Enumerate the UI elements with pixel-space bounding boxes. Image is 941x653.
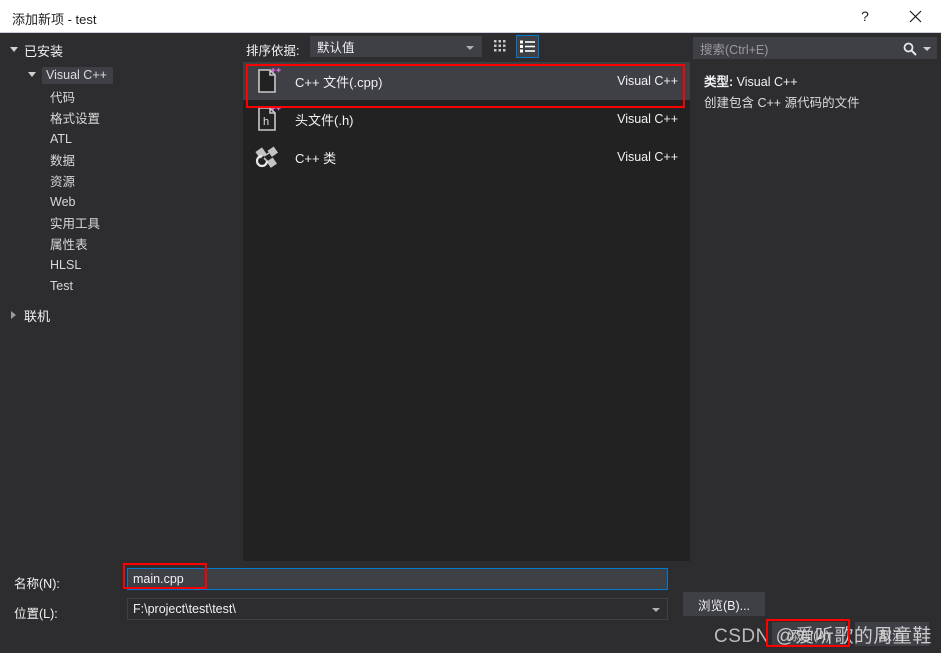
tree-node-online[interactable]: 联机	[0, 305, 238, 326]
sidebar-item-formatting[interactable]: 格式设置	[0, 107, 238, 128]
tree-node-visual-cpp-label: Visual C++	[42, 67, 113, 84]
cpp-file-icon	[253, 66, 283, 96]
help-button[interactable]: ?	[843, 0, 887, 32]
grid-icon	[493, 39, 505, 51]
title-bar: 添加新项 - test ?	[0, 0, 941, 33]
list-item[interactable]: C++ 类 Visual C++	[243, 138, 690, 176]
sidebar-item-resource[interactable]: 资源	[0, 170, 238, 191]
add-new-item-dialog: 添加新项 - test ? 已安装 Visual C++ 代码 格式设置 ATL…	[0, 0, 941, 653]
sidebar-item-atl[interactable]: ATL	[0, 128, 238, 149]
sort-by-label: 排序依据:	[246, 44, 300, 58]
list-item[interactable]: h 头文件(.h) Visual C++	[243, 100, 690, 138]
cancel-button[interactable]: 取消	[855, 622, 929, 646]
sidebar-item-label: 属性表	[50, 238, 88, 252]
sort-toolbar: 排序依据: 默认值	[238, 33, 690, 62]
name-input-value: main.cpp	[133, 572, 184, 586]
search-input[interactable]: 搜索(Ctrl+E)	[693, 37, 937, 59]
sidebar-item-test[interactable]: Test	[0, 275, 238, 296]
svg-text:h: h	[263, 116, 269, 128]
tree-node-visual-cpp[interactable]: Visual C++	[0, 65, 238, 86]
chevron-down-icon[interactable]	[923, 47, 931, 51]
add-button-label: 添加(A)	[788, 628, 830, 643]
list-item-category: Visual C++	[617, 150, 678, 164]
dialog-title: 添加新项 - test	[12, 12, 97, 27]
tree-node-installed-label: 已安装	[24, 44, 64, 59]
details-panel: 搜索(Ctrl+E) 类型: Visual C++ 创建包含 C++ 源代码的文…	[690, 33, 941, 561]
list-item-category: Visual C++	[617, 74, 678, 88]
sidebar-item-label: 实用工具	[50, 217, 101, 231]
sort-by-dropdown[interactable]: 默认值	[310, 36, 482, 57]
list-item-name: C++ 类	[295, 150, 337, 166]
detail-type-label: 类型:	[704, 75, 734, 89]
sidebar-item-label: HLSL	[50, 257, 82, 272]
sidebar-item-utility[interactable]: 实用工具	[0, 212, 238, 233]
close-icon	[909, 10, 921, 22]
location-input-value: F:\project\test\test\	[133, 602, 236, 616]
detail-type-row: 类型: Visual C++	[704, 71, 798, 90]
tree-node-installed[interactable]: 已安装	[0, 40, 238, 61]
name-field-label: 名称(N):	[14, 577, 60, 591]
sidebar-item-hlsl[interactable]: HLSL	[0, 254, 238, 275]
cpp-class-icon	[253, 142, 283, 172]
sidebar-item-label: 代码	[50, 91, 76, 105]
list-view-button[interactable]	[516, 35, 539, 58]
name-input[interactable]: main.cpp	[127, 568, 668, 590]
add-button[interactable]: 添加(A)	[772, 622, 846, 646]
question-mark-icon: ?	[861, 8, 869, 24]
sidebar-item-label: Test	[50, 278, 73, 293]
detail-type-value: Visual C++	[736, 75, 798, 89]
location-field-label: 位置(L):	[14, 607, 58, 621]
list-item-name: 头文件(.h)	[295, 112, 354, 128]
list-item-category: Visual C++	[617, 112, 678, 126]
chevron-down-icon	[466, 46, 474, 50]
header-file-icon: h	[253, 104, 283, 134]
detail-description: 创建包含 C++ 源代码的文件	[704, 96, 860, 110]
templates-panel: 排序依据: 默认值 C++ 文件(.cpp) Visual C++ h 头文件(…	[238, 33, 690, 561]
sidebar-item-data[interactable]: 数据	[0, 149, 238, 170]
template-list[interactable]: C++ 文件(.cpp) Visual C++ h 头文件(.h) Visual…	[243, 62, 690, 561]
sidebar-item-label: ATL	[50, 131, 72, 146]
location-input[interactable]: F:\project\test\test\	[127, 598, 668, 620]
sidebar-item-label: 资源	[50, 175, 76, 189]
list-item[interactable]: C++ 文件(.cpp) Visual C++	[243, 62, 690, 100]
category-tree-panel: 已安装 Visual C++ 代码 格式设置 ATL 数据 资源 Web 实用工…	[0, 33, 238, 561]
cancel-button-label: 取消	[879, 628, 905, 643]
search-icon	[903, 42, 917, 56]
chevron-right-icon	[10, 311, 19, 320]
list-item-name: C++ 文件(.cpp)	[295, 74, 383, 90]
browse-button[interactable]: 浏览(B)...	[683, 592, 765, 616]
sidebar-item-code[interactable]: 代码	[0, 86, 238, 107]
search-placeholder: 搜索(Ctrl+E)	[700, 42, 769, 57]
sidebar-item-label: Web	[50, 194, 76, 209]
chevron-down-icon[interactable]	[652, 608, 660, 612]
browse-button-label: 浏览(B)...	[697, 598, 751, 613]
chevron-down-icon	[28, 71, 37, 80]
sort-by-value: 默认值	[317, 41, 355, 55]
tiles-view-button[interactable]	[489, 35, 512, 58]
sidebar-item-label: 格式设置	[50, 112, 101, 126]
chevron-down-icon	[10, 46, 19, 55]
sidebar-item-web[interactable]: Web	[0, 191, 238, 212]
sidebar-item-label: 数据	[50, 154, 76, 168]
tree-node-online-label: 联机	[24, 309, 51, 324]
sidebar-item-property-sheet[interactable]: 属性表	[0, 233, 238, 254]
list-icon	[520, 40, 535, 53]
close-button[interactable]	[893, 0, 937, 32]
